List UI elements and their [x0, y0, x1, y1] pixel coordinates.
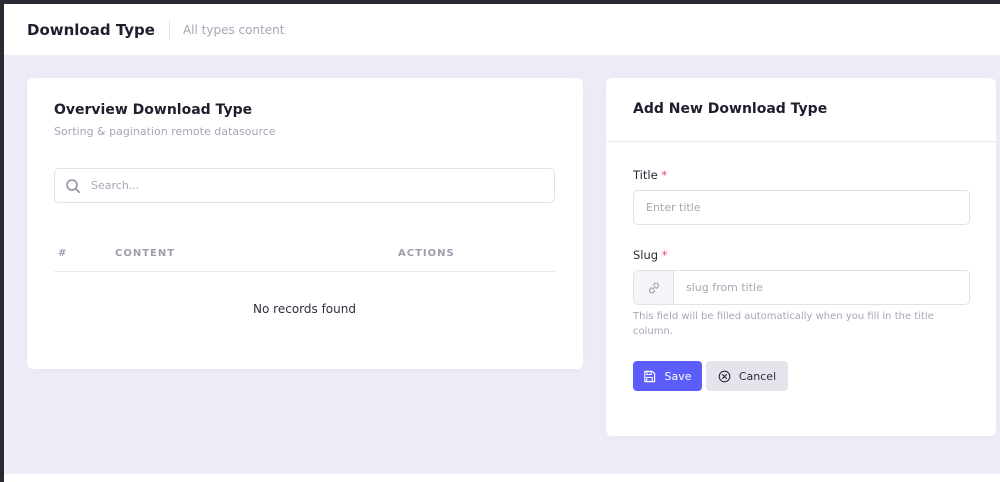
slug-label-text: Slug	[633, 248, 659, 262]
search-box[interactable]	[54, 168, 555, 203]
column-header-actions: ACTIONS	[398, 248, 455, 259]
slug-input[interactable]	[674, 271, 969, 304]
header-divider	[168, 19, 170, 40]
link-icon	[634, 271, 674, 304]
form-title: Add New Download Type	[633, 101, 828, 117]
overview-card: Overview Download Type Sorting & paginat…	[27, 78, 583, 369]
search-input[interactable]	[91, 179, 554, 192]
title-input[interactable]	[633, 190, 970, 225]
empty-table-message: No records found	[253, 302, 356, 316]
page-title: Download Type	[27, 20, 155, 39]
save-icon	[643, 370, 656, 383]
cancel-circle-icon	[718, 370, 731, 383]
cancel-button-label: Cancel	[738, 369, 777, 383]
slug-input-group	[633, 270, 970, 305]
app-frame: Download Type All types content Overview…	[4, 4, 1000, 482]
form-header: Add New Download Type	[606, 78, 996, 142]
add-form-card: Add New Download Type Title * Slug * Thi…	[606, 78, 996, 436]
overview-title: Overview Download Type	[54, 102, 253, 118]
title-label-text: Title	[633, 168, 658, 182]
slug-label: Slug *	[633, 248, 668, 262]
slug-help-text: This field will be filled automatically …	[633, 311, 934, 337]
cancel-button[interactable]: Cancel	[706, 361, 788, 391]
search-icon	[65, 178, 81, 194]
page-subtitle: All types content	[182, 22, 285, 37]
table-header: # CONTENT ACTIONS	[54, 241, 555, 272]
column-header-content[interactable]: CONTENT	[115, 248, 175, 259]
save-button-label: Save	[664, 369, 692, 383]
column-header-number[interactable]: #	[58, 248, 67, 259]
required-mark: *	[661, 168, 668, 182]
footer-strip	[4, 474, 1000, 482]
overview-subtitle: Sorting & pagination remote datasource	[54, 125, 276, 138]
required-mark: *	[661, 248, 668, 262]
top-toolbar: Download Type All types content	[4, 4, 1000, 55]
save-button[interactable]: Save	[633, 361, 702, 391]
title-label: Title *	[633, 168, 667, 182]
